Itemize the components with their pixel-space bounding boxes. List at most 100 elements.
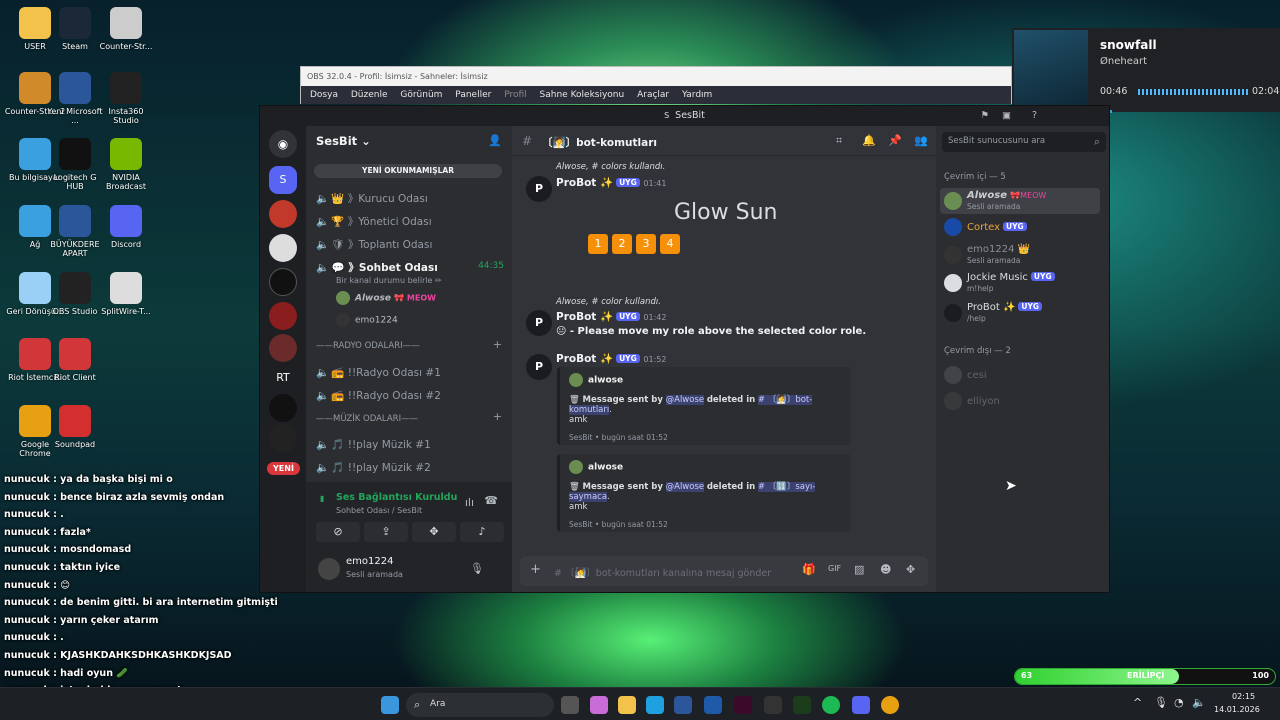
- member-emo[interactable]: emo1224 👑 Sesli aramada: [944, 244, 1030, 266]
- volume-bar[interactable]: 63 ERİLİPÇİ 100: [1014, 668, 1276, 685]
- discord-icon[interactable]: [852, 696, 870, 714]
- message-author[interactable]: ProBot ✨ UYG 01:42: [556, 310, 666, 323]
- taskview-icon[interactable]: [561, 696, 579, 714]
- server-icon-4[interactable]: [269, 268, 297, 296]
- camera-button[interactable]: ⊘: [316, 522, 360, 542]
- clock-date[interactable]: 14.01.2026: [1214, 705, 1260, 714]
- obs-menu-dosya[interactable]: Dosya: [310, 90, 338, 100]
- member-alwose[interactable]: Alwose 🎀MEOW Sesli aramada: [940, 188, 1100, 214]
- gift-icon[interactable]: 🎁: [802, 563, 816, 576]
- spotify-icon[interactable]: [822, 696, 840, 714]
- add-member-icon[interactable]: 👤: [488, 134, 502, 147]
- apps-icon[interactable]: ✥: [906, 563, 915, 576]
- wifi-icon[interactable]: ◔: [1174, 696, 1184, 709]
- emoji-icon[interactable]: ☻: [880, 563, 891, 576]
- message-author[interactable]: ProBot ✨ UYG 01:41: [556, 176, 666, 189]
- help-icon[interactable]: ?: [1032, 106, 1037, 126]
- signal-icon[interactable]: ▮: [320, 494, 324, 503]
- server-icon-6[interactable]: [269, 334, 297, 362]
- obs-menu-araclar[interactable]: Araçlar: [637, 90, 669, 100]
- screenshare-button[interactable]: ⇪: [364, 522, 408, 542]
- search-icon[interactable]: ⌕: [1094, 135, 1100, 149]
- reply-preview[interactable]: Alwose, # color kullandı.: [556, 297, 661, 307]
- screen-icon[interactable]: ▣: [1002, 106, 1011, 126]
- channel-status[interactable]: Bir kanal durumu belirle ✏: [336, 276, 442, 285]
- color-button-1[interactable]: 1: [588, 234, 608, 254]
- app-icon[interactable]: [734, 696, 752, 714]
- voice-member-emo[interactable]: emo1224: [336, 313, 398, 327]
- category-music[interactable]: ——MÜZİK ODALARI——: [316, 414, 418, 424]
- desktop-icon[interactable]: NVIDIA Broadcast: [95, 138, 157, 191]
- voice-location[interactable]: Sohbet Odası / SesBit: [336, 506, 422, 515]
- unread-banner[interactable]: YENİ OKUNMAMIŞLAR: [314, 164, 502, 178]
- threads-icon[interactable]: ⌗: [836, 134, 842, 148]
- disconnect-icon[interactable]: ☎: [484, 494, 498, 507]
- obs-menu-sahne[interactable]: Sahne Koleksiyonu: [540, 90, 625, 100]
- explorer-icon[interactable]: [618, 696, 636, 714]
- speaker-icon[interactable]: 🔈: [1192, 696, 1206, 709]
- noise-icon[interactable]: ılı: [465, 496, 474, 509]
- outlook-icon[interactable]: [704, 696, 722, 714]
- member-probot[interactable]: ProBot ✨ UYG/help: [944, 302, 1043, 324]
- server-icon-5[interactable]: [269, 302, 297, 330]
- desktop-icon[interactable]: Soundpad: [44, 405, 106, 449]
- desktop-icon[interactable]: Discord: [95, 205, 157, 249]
- new-unread-pill[interactable]: YENİ: [267, 462, 300, 475]
- server-icon-3[interactable]: [269, 234, 297, 262]
- voice-member-alwose[interactable]: Alwose 🎀 MEOW: [336, 291, 436, 305]
- mic-icon[interactable]: 🎙: [470, 562, 484, 575]
- pin-icon[interactable]: 📌: [888, 134, 902, 147]
- member-cortex[interactable]: Cortex UYG: [944, 218, 1027, 236]
- member-elliyon[interactable]: elliyon: [944, 392, 1000, 410]
- desktop-icon[interactable]: SplitWire-T...: [95, 272, 157, 316]
- search-input[interactable]: SesBit sunucusunu ara ⌕: [942, 132, 1106, 152]
- color-button-2[interactable]: 2: [612, 234, 632, 254]
- discord-home-icon[interactable]: ◉: [269, 130, 297, 158]
- server-icon-9[interactable]: [269, 424, 297, 452]
- avatar[interactable]: P: [526, 176, 552, 202]
- channel-sohbet[interactable]: 🔈 💬 》Sohbet Odası: [316, 260, 438, 275]
- search-box[interactable]: ⌕ Ara: [406, 693, 554, 717]
- avatar[interactable]: P: [526, 354, 552, 380]
- channel-music-1[interactable]: 🔈 🎵 !!play Müzik #1: [316, 438, 431, 451]
- tray-chevron-icon[interactable]: ^: [1133, 696, 1142, 709]
- desktop-icon[interactable]: Insta360 Studio: [95, 72, 157, 125]
- channel-radio-1[interactable]: 🔈 📻 !!Radyo Odası #1: [316, 366, 441, 379]
- server-sesbit-icon[interactable]: S: [269, 166, 297, 194]
- start-icon[interactable]: [381, 696, 399, 714]
- message-input[interactable]: + # 〔🧖〕bot-komutları kanalına mesaj gönd…: [520, 556, 928, 586]
- obs-menu-gorunum[interactable]: Görünüm: [400, 90, 442, 100]
- edge-icon[interactable]: [646, 696, 664, 714]
- user-name[interactable]: emo1224: [346, 556, 393, 567]
- add-channel-icon[interactable]: +: [493, 338, 502, 351]
- message-author[interactable]: ProBot ✨ UYG 01:52: [556, 352, 666, 365]
- server-rt-icon[interactable]: RT: [269, 364, 297, 392]
- voice-status[interactable]: Ses Bağlantısı Kuruldu: [336, 492, 457, 503]
- server-name[interactable]: SesBit ⌄: [316, 134, 371, 148]
- obs-menu-profil[interactable]: Profil: [504, 90, 526, 100]
- obs-icon[interactable]: [764, 696, 782, 714]
- reply-preview[interactable]: Alwose, # colors kullandı.: [556, 162, 665, 172]
- avatar[interactable]: P: [526, 310, 552, 336]
- obs-menu-yardim[interactable]: Yardım: [682, 90, 712, 100]
- members-icon[interactable]: 👥: [914, 134, 928, 147]
- clock-time[interactable]: 02:15: [1232, 692, 1255, 701]
- server-icon-2[interactable]: [269, 200, 297, 228]
- desktop-icon[interactable]: Counter-Str...: [95, 7, 157, 51]
- copilot-icon[interactable]: [590, 696, 608, 714]
- nvidia-icon[interactable]: [793, 696, 811, 714]
- word-icon[interactable]: [674, 696, 692, 714]
- gif-icon[interactable]: GIF: [828, 564, 841, 573]
- channel-yonetici[interactable]: 🔈 🏆 》Yönetici Odası: [316, 214, 432, 229]
- chrome-icon[interactable]: [881, 696, 899, 714]
- server-icon-8[interactable]: [269, 394, 297, 422]
- channel-toplanti[interactable]: 🔈 🛡 》Toplantı Odası: [316, 237, 432, 252]
- bell-icon[interactable]: 🔔: [862, 134, 876, 147]
- obs-menu-duzenle[interactable]: Düzenle: [351, 90, 388, 100]
- channel-radio-2[interactable]: 🔈 📻 !!Radyo Odası #2: [316, 389, 441, 402]
- color-button-4[interactable]: 4: [660, 234, 680, 254]
- waveform[interactable]: [1138, 89, 1248, 95]
- channel-music-2[interactable]: 🔈 🎵 !!play Müzik #2: [316, 461, 431, 474]
- activities-button[interactable]: ✥: [412, 522, 456, 542]
- sticker-icon[interactable]: ▨: [854, 563, 864, 576]
